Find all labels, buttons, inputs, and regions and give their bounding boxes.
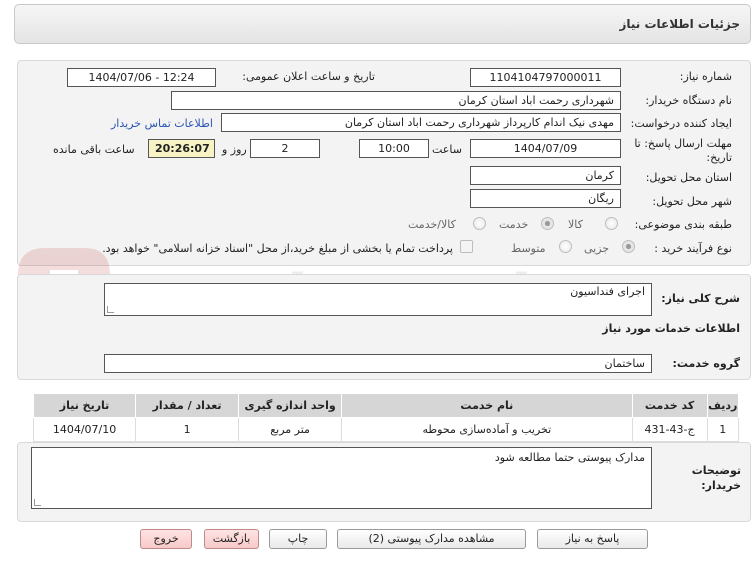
reply-to-need-button[interactable]: پاسخ به نیاز [537,529,648,549]
treasury-payment-checkbox[interactable] [460,240,473,253]
city-label: شهر محل تحویل: [652,195,732,208]
cell-service-name: تخریب و آماده‌سازی محوطه [341,417,633,442]
category-label: طبقه بندی موضوعی: [634,218,732,231]
col-quantity: تعداد / مقدار [135,393,240,418]
category-service-radio[interactable] [541,217,554,230]
col-unit: واحد اندازه گیری [238,393,343,418]
remaining-time-label: ساعت باقی مانده [53,143,135,156]
category-service-label: خدمت [499,218,529,231]
back-button[interactable]: بازگشت [204,529,259,549]
category-goods-service-label: کالا/خدمت [408,218,456,231]
summary-field: اجرای فنداسیون [104,283,652,316]
col-row-number: ردیف [706,393,740,418]
cell-quantity: 1 [135,417,240,442]
process-type-label: نوع فرآیند خرید : [654,242,732,255]
summary-label: شرح کلی نیاز: [661,292,740,305]
days-label: روز و [222,143,247,156]
services-section-title: اطلاعات خدمات مورد نیاز [602,322,740,335]
deadline-time-label: ساعت [432,143,462,156]
col-service-code: کد خدمت [631,393,708,418]
col-service-name: نام خدمت [341,393,633,418]
buyer-notes-field: مدارک پیوستی حتما مطالعه شود [31,447,652,509]
category-goods-label: کالا [568,218,583,231]
cell-row-number: 1 [706,417,740,442]
table-header-row: ردیف کد خدمت نام خدمت واحد اندازه گیری ت… [32,393,740,418]
service-group-field: ساختمان [104,354,652,373]
cell-unit: متر مربع [238,417,343,442]
services-table: ردیف کد خدمت نام خدمت واحد اندازه گیری ت… [32,393,740,442]
process-minor-radio[interactable] [622,240,635,253]
cell-service-code: ج-43-431 [631,417,708,442]
deadline-label: مهلت ارسال پاسخ: تا تاریخ: [634,137,732,164]
buyer-notes-value: مدارک پیوستی حتما مطالعه شود [494,451,645,464]
deadline-date-field: 1404/07/09 [470,139,621,158]
buyer-org-label: نام دستگاه خریدار: [645,94,732,107]
resize-handle-icon[interactable] [107,306,114,313]
buyer-org-field: شهرداری رحمت اباد استان کرمان [171,91,621,110]
resize-handle-icon[interactable] [34,499,41,506]
cell-need-date: 1404/07/10 [32,417,137,442]
process-medium-label: متوسط [511,242,546,255]
view-attachments-button[interactable]: مشاهده مدارک پیوستی (2) [337,529,526,549]
page-title: جزئیات اطلاعات نیاز [619,17,740,31]
process-minor-label: جزیی [584,242,610,255]
table-row: 1 ج-43-431 تخریب و آماده‌سازی محوطه متر … [32,417,740,442]
process-medium-radio[interactable] [559,240,572,253]
col-need-date: تاریخ نیاز [32,393,137,418]
buyer-notes-label: توضیحات خریدار: [691,464,741,492]
province-label: استان محل تحویل: [645,171,732,184]
announce-date-label: تاریخ و ساعت اعلان عمومی: [242,70,375,83]
page-header: جزئیات اطلاعات نیاز [14,4,751,44]
service-group-label: گروه خدمت: [672,357,740,370]
category-goods-radio[interactable] [605,217,618,230]
days-remaining-field: 2 [250,139,320,158]
province-field: کرمان [470,166,621,185]
need-number-label: شماره نیاز: [679,70,732,83]
buyer-contact-link[interactable]: اطلاعات تماس خریدار [111,117,213,130]
announce-date-field: 1404/07/06 - 12:24 [67,68,216,87]
category-goods-service-radio[interactable] [473,217,486,230]
creator-field: مهدی نیک اندام کارپرداز شهرداری رحمت ابا… [221,113,621,132]
print-button[interactable]: چاپ [269,529,327,549]
creator-label: ایجاد کننده درخواست: [630,117,732,130]
remaining-time-field: 20:26:07 [148,139,215,158]
need-number-field: 1104104797000011 [470,68,621,87]
exit-button[interactable]: خروج [140,529,192,549]
summary-value: اجرای فنداسیون [570,285,645,298]
city-field: ریگان [470,189,621,208]
deadline-time-field: 10:00 [359,139,429,158]
treasury-payment-note: پرداخت تمام یا بخشی از مبلغ خرید،از محل … [102,242,453,255]
